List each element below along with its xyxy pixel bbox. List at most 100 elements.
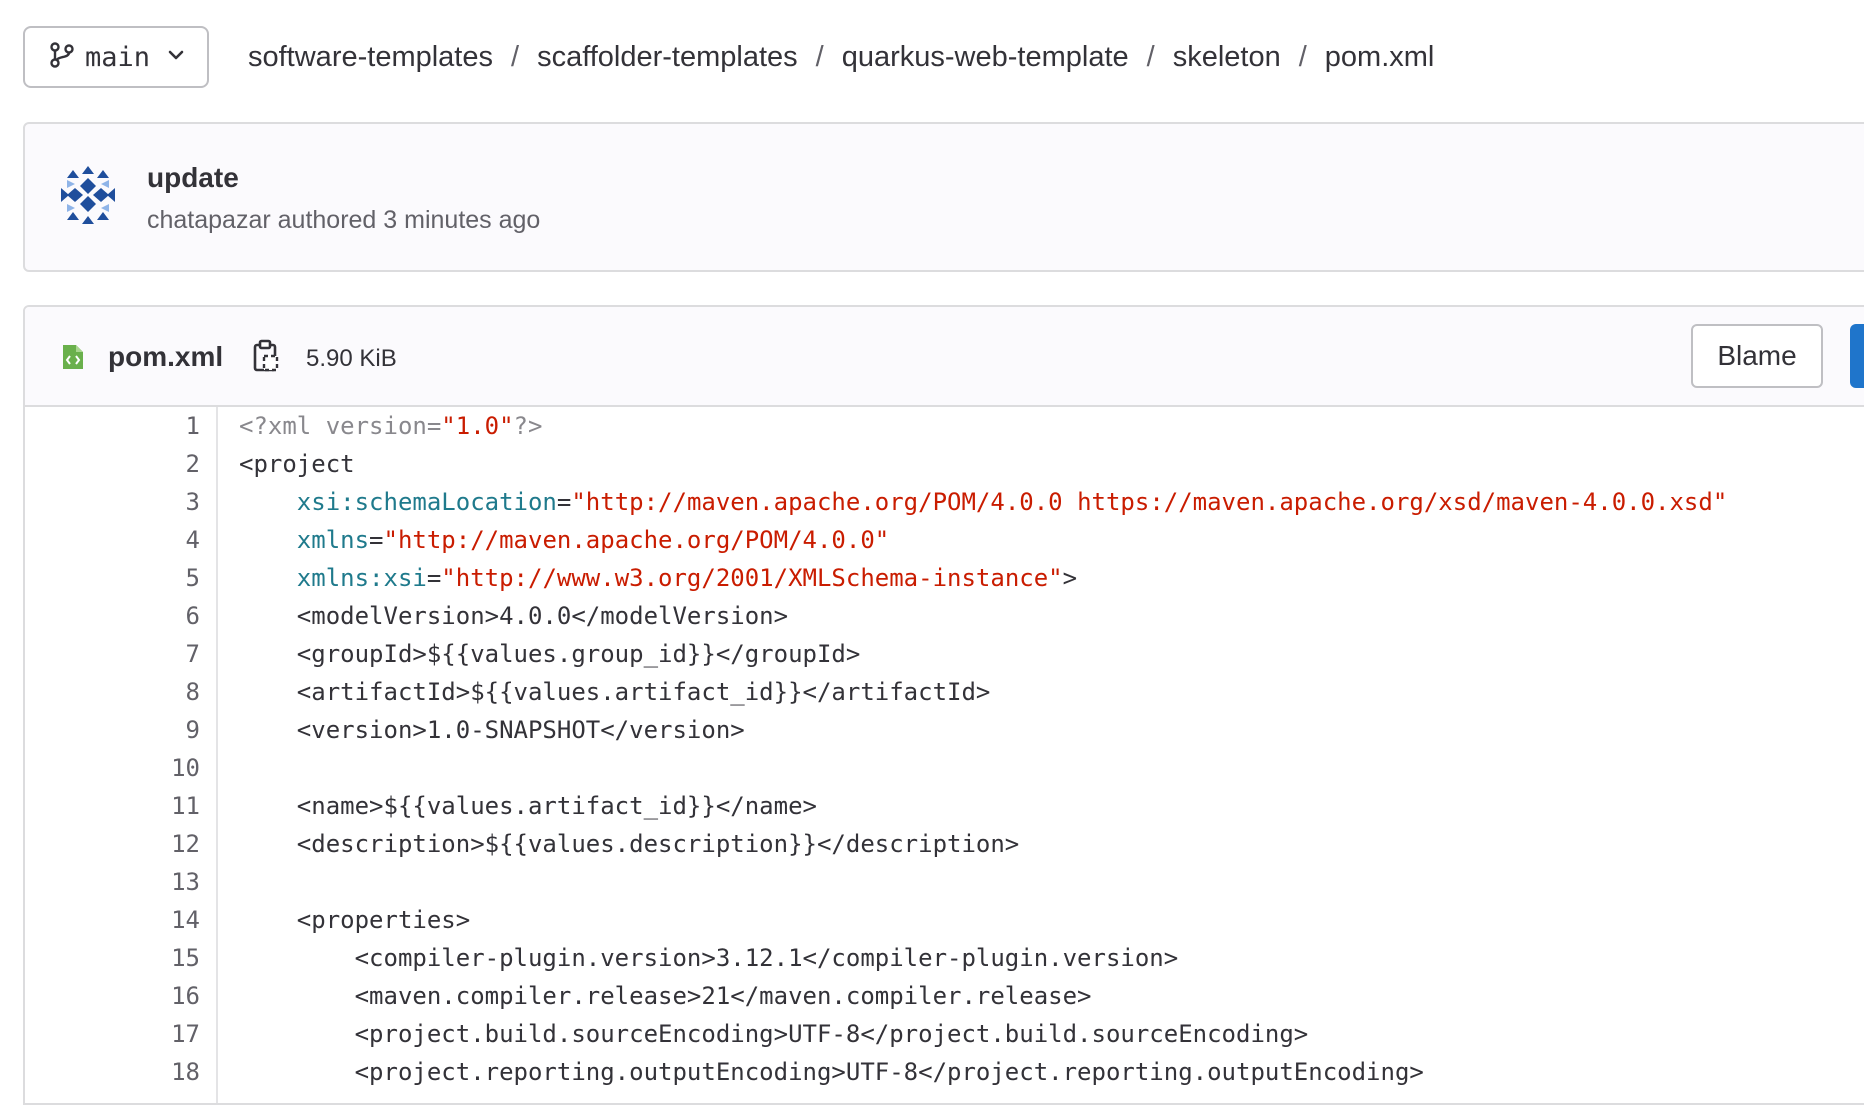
code-line: 5 xmlns:xsi="http://www.w3.org/2001/XMLS…	[25, 559, 1864, 597]
code-view: 1 <?xml version="1.0"?> 2 <project 3 xsi:sch…	[25, 407, 1864, 1091]
code-line: 7 <groupId>${{values.group_id}}</groupId…	[25, 635, 1864, 673]
code-token: "http://maven.apache.org/POM/4.0.0 https…	[571, 488, 1728, 516]
branch-selector-button[interactable]: main	[23, 26, 209, 88]
commit-meta: chatapazar authored 3 minutes ago	[147, 206, 541, 234]
code-token: <compiler-plugin.version>3.12.1</compile…	[354, 944, 1179, 972]
code-line-content: <maven.compiler.release>21</maven.compil…	[239, 977, 1092, 1015]
code-line: 18 <project.reporting.outputEncoding>UTF…	[25, 1053, 1864, 1091]
line-number[interactable]: 1	[25, 407, 200, 445]
code-line: 11 <name>${{values.artifact_id}}</name>	[25, 787, 1864, 825]
code-line-content: <groupId>${{values.group_id}}</groupId>	[239, 635, 861, 673]
line-number[interactable]: 18	[25, 1053, 200, 1091]
line-number[interactable]: 8	[25, 673, 200, 711]
line-number[interactable]: 10	[25, 749, 200, 787]
code-line-content: <compiler-plugin.version>3.12.1</compile…	[239, 939, 1179, 977]
line-number[interactable]: 6	[25, 597, 200, 635]
breadcrumb-item-quarkus-web-template[interactable]: quarkus-web-template	[842, 41, 1129, 74]
code-line: 17 <project.build.sourceEncoding>UTF-8</…	[25, 1015, 1864, 1053]
code-line: 15 <compiler-plugin.version>3.12.1</comp…	[25, 939, 1864, 977]
code-token: <maven.compiler.release>21</maven.compil…	[354, 982, 1092, 1010]
code-line: 16 <maven.compiler.release>21</maven.com…	[25, 977, 1864, 1015]
code-line-content: <modelVersion>4.0.0</modelVersion>	[239, 597, 788, 635]
code-line: 9 <version>1.0-SNAPSHOT</version>	[25, 711, 1864, 749]
code-token: ?>	[513, 412, 543, 440]
line-number[interactable]: 12	[25, 825, 200, 863]
code-line-content: <?xml version="1.0"?>	[239, 407, 542, 445]
code-token: =	[369, 526, 384, 554]
code-line: 13	[25, 863, 1864, 901]
code-token: <description>${{values.description}}</de…	[296, 830, 1020, 858]
code-line: 14 <properties>	[25, 901, 1864, 939]
file-size: 5.90 KiB	[306, 345, 397, 372]
line-number[interactable]: 11	[25, 787, 200, 825]
copy-to-clipboard-icon[interactable]	[251, 339, 281, 373]
breadcrumb-separator: /	[1146, 40, 1155, 73]
code-token: =	[556, 488, 572, 516]
line-number[interactable]: 15	[25, 939, 200, 977]
code-token: <groupId>${{values.group_id}}</groupId>	[296, 640, 861, 668]
code-token: <artifactId>${{values.artifact_id}}</art…	[296, 678, 991, 706]
code-line-content: <description>${{values.description}}</de…	[239, 825, 1019, 863]
breadcrumb-item-skeleton[interactable]: skeleton	[1173, 41, 1281, 74]
git-branch-icon	[49, 41, 75, 74]
code-line-content: xmlns="http://maven.apache.org/POM/4.0.0…	[239, 521, 889, 559]
code-line-content: <project.reporting.outputEncoding>UTF-8<…	[239, 1053, 1424, 1091]
code-token: <name>${{values.artifact_id}}</name>	[296, 792, 817, 820]
code-token: "http://www.w3.org/2001/XMLSchema-instan…	[441, 564, 1063, 592]
code-line: 1 <?xml version="1.0"?>	[25, 407, 1864, 445]
code-line: 12 <description>${{values.description}}<…	[25, 825, 1864, 863]
file-name: pom.xml	[108, 341, 224, 372]
code-token: xsi:schemaLocation	[296, 488, 557, 516]
line-number[interactable]: 14	[25, 901, 200, 939]
code-line-content: <properties>	[239, 901, 470, 939]
code-token: <project	[239, 450, 355, 478]
breadcrumb-item-software-templates[interactable]: software-templates	[248, 41, 493, 74]
code-token: <version>1.0-SNAPSHOT</version>	[296, 716, 745, 744]
code-line-content: <project.build.sourceEncoding>UTF-8</pro…	[239, 1015, 1309, 1053]
code-token: xmlns:xsi	[296, 564, 427, 592]
breadcrumb-separator: /	[511, 40, 520, 73]
code-token: xmlns	[296, 526, 370, 554]
breadcrumb: software-templates / scaffolder-template…	[248, 37, 1434, 77]
code-token: <modelVersion>4.0.0</modelVersion>	[296, 602, 789, 630]
code-line: 10	[25, 749, 1864, 787]
code-token: =	[426, 564, 442, 592]
code-line: 4 xmlns="http://maven.apache.org/POM/4.0…	[25, 521, 1864, 559]
last-commit-panel: update chatapazar authored 3 minutes ago	[23, 122, 1864, 272]
code-line-content: <project	[239, 445, 355, 483]
line-number[interactable]: 4	[25, 521, 200, 559]
breadcrumb-item-pom-xml[interactable]: pom.xml	[1325, 41, 1435, 74]
blame-button[interactable]: Blame	[1691, 324, 1823, 388]
code-token: "http://maven.apache.org/POM/4.0.0"	[383, 526, 890, 554]
code-token: <properties>	[296, 906, 471, 934]
line-number[interactable]: 3	[25, 483, 200, 521]
file-viewer: pom.xml 5.90 KiB Blame 1 <?xml version="1…	[23, 305, 1864, 1105]
avatar[interactable]	[57, 164, 119, 226]
code-line: 6 <modelVersion>4.0.0</modelVersion>	[25, 597, 1864, 635]
open-in-button[interactable]	[1850, 324, 1864, 388]
line-number[interactable]: 13	[25, 863, 200, 901]
line-number[interactable]: 17	[25, 1015, 200, 1053]
code-line: 2 <project	[25, 445, 1864, 483]
code-token: <project.reporting.outputEncoding>UTF-8<…	[354, 1058, 1424, 1086]
line-number[interactable]: 2	[25, 445, 200, 483]
code-token: <project.build.sourceEncoding>UTF-8</pro…	[354, 1020, 1309, 1048]
breadcrumb-separator: /	[1298, 40, 1307, 73]
chevron-down-icon	[166, 48, 186, 67]
line-number[interactable]: 7	[25, 635, 200, 673]
commit-title[interactable]: update	[147, 162, 239, 194]
line-number[interactable]: 16	[25, 977, 200, 1015]
code-token: >	[1062, 564, 1078, 592]
code-line-content: <artifactId>${{values.artifact_id}}</art…	[239, 673, 991, 711]
line-number[interactable]: 9	[25, 711, 200, 749]
code-line: 3 xsi:schemaLocation="http://maven.apach…	[25, 483, 1864, 521]
xml-file-icon	[61, 343, 85, 371]
breadcrumb-separator: /	[815, 40, 824, 73]
breadcrumb-item-scaffolder-templates[interactable]: scaffolder-templates	[537, 41, 798, 74]
code-line-content: xmlns:xsi="http://www.w3.org/2001/XMLSch…	[239, 559, 1077, 597]
code-line-content: xsi:schemaLocation="http://maven.apache.…	[239, 483, 1727, 521]
code-line: 8 <artifactId>${{values.artifact_id}}</a…	[25, 673, 1864, 711]
line-number[interactable]: 5	[25, 559, 200, 597]
code-line-content: <version>1.0-SNAPSHOT</version>	[239, 711, 745, 749]
code-token: <?xml version=	[239, 412, 442, 440]
